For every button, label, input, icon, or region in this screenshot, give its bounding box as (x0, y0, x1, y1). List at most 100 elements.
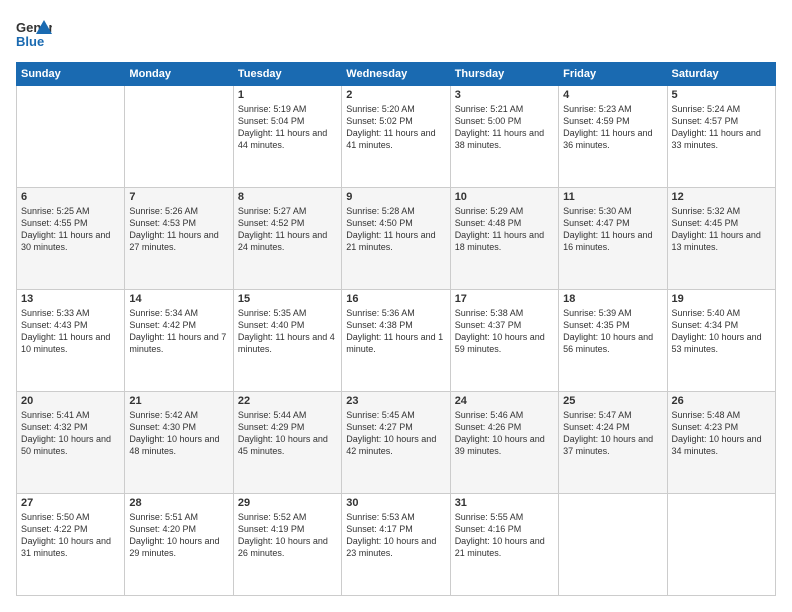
calendar-cell: 19 Sunrise: 5:40 AM Sunset: 4:34 PM Dayli… (667, 290, 775, 392)
logo: General Blue (16, 16, 52, 52)
day-info: Sunrise: 5:35 AM Sunset: 4:40 PM Dayligh… (238, 307, 337, 356)
day-info: Sunrise: 5:47 AM Sunset: 4:24 PM Dayligh… (563, 409, 662, 458)
day-info: Sunrise: 5:39 AM Sunset: 4:35 PM Dayligh… (563, 307, 662, 356)
day-info: Sunrise: 5:30 AM Sunset: 4:47 PM Dayligh… (563, 205, 662, 254)
calendar-cell: 5 Sunrise: 5:24 AM Sunset: 4:57 PM Daylig… (667, 86, 775, 188)
day-info: Sunrise: 5:46 AM Sunset: 4:26 PM Dayligh… (455, 409, 554, 458)
calendar-cell: 12 Sunrise: 5:32 AM Sunset: 4:45 PM Dayli… (667, 188, 775, 290)
calendar-cell: 15 Sunrise: 5:35 AM Sunset: 4:40 PM Dayli… (233, 290, 341, 392)
calendar-cell (17, 86, 125, 188)
day-number: 14 (129, 293, 228, 305)
calendar-cell: 8 Sunrise: 5:27 AM Sunset: 4:52 PM Daylig… (233, 188, 341, 290)
calendar-cell: 31 Sunrise: 5:55 AM Sunset: 4:16 PM Dayli… (450, 494, 558, 596)
day-number: 13 (21, 293, 120, 305)
day-number: 26 (672, 395, 771, 407)
calendar-week-4: 20 Sunrise: 5:41 AM Sunset: 4:32 PM Dayli… (17, 392, 776, 494)
calendar-cell (667, 494, 775, 596)
day-info: Sunrise: 5:23 AM Sunset: 4:59 PM Dayligh… (563, 103, 662, 152)
calendar-cell: 20 Sunrise: 5:41 AM Sunset: 4:32 PM Dayli… (17, 392, 125, 494)
day-number: 8 (238, 191, 337, 203)
day-number: 12 (672, 191, 771, 203)
day-info: Sunrise: 5:27 AM Sunset: 4:52 PM Dayligh… (238, 205, 337, 254)
day-number: 1 (238, 89, 337, 101)
day-info: Sunrise: 5:42 AM Sunset: 4:30 PM Dayligh… (129, 409, 228, 458)
calendar-week-1: 1 Sunrise: 5:19 AM Sunset: 5:04 PM Daylig… (17, 86, 776, 188)
day-info: Sunrise: 5:50 AM Sunset: 4:22 PM Dayligh… (21, 511, 120, 560)
day-number: 20 (21, 395, 120, 407)
day-info: Sunrise: 5:21 AM Sunset: 5:00 PM Dayligh… (455, 103, 554, 152)
calendar-cell (125, 86, 233, 188)
calendar-cell: 3 Sunrise: 5:21 AM Sunset: 5:00 PM Daylig… (450, 86, 558, 188)
day-info: Sunrise: 5:34 AM Sunset: 4:42 PM Dayligh… (129, 307, 228, 356)
day-number: 2 (346, 89, 445, 101)
day-number: 29 (238, 497, 337, 509)
calendar-cell: 17 Sunrise: 5:38 AM Sunset: 4:37 PM Dayli… (450, 290, 558, 392)
day-info: Sunrise: 5:48 AM Sunset: 4:23 PM Dayligh… (672, 409, 771, 458)
day-number: 24 (455, 395, 554, 407)
day-info: Sunrise: 5:20 AM Sunset: 5:02 PM Dayligh… (346, 103, 445, 152)
calendar-cell: 13 Sunrise: 5:33 AM Sunset: 4:43 PM Dayli… (17, 290, 125, 392)
day-info: Sunrise: 5:52 AM Sunset: 4:19 PM Dayligh… (238, 511, 337, 560)
calendar-cell: 18Sunrise: 5:39 AM Sunset: 4:35 PM Dayli… (559, 290, 667, 392)
svg-text:Blue: Blue (16, 34, 44, 49)
calendar-cell: 10 Sunrise: 5:29 AM Sunset: 4:48 PM Dayli… (450, 188, 558, 290)
calendar-cell: 2 Sunrise: 5:20 AM Sunset: 5:02 PM Daylig… (342, 86, 450, 188)
day-info: Sunrise: 5:55 AM Sunset: 4:16 PM Dayligh… (455, 511, 554, 560)
day-number: 16 (346, 293, 445, 305)
day-number: 5 (672, 89, 771, 101)
day-header-saturday: Saturday (667, 63, 775, 86)
calendar-cell: 29 Sunrise: 5:52 AM Sunset: 4:19 PM Dayli… (233, 494, 341, 596)
day-info: Sunrise: 5:32 AM Sunset: 4:45 PM Dayligh… (672, 205, 771, 254)
calendar-table: SundayMondayTuesdayWednesdayThursdayFrid… (16, 62, 776, 596)
day-header-thursday: Thursday (450, 63, 558, 86)
day-number: 17 (455, 293, 554, 305)
day-info: Sunrise: 5:36 AM Sunset: 4:38 PM Dayligh… (346, 307, 445, 356)
calendar-cell: 25 Sunrise: 5:47 AM Sunset: 4:24 PM Dayli… (559, 392, 667, 494)
calendar-header-row: SundayMondayTuesdayWednesdayThursdayFrid… (17, 63, 776, 86)
day-info: Sunrise: 5:29 AM Sunset: 4:48 PM Dayligh… (455, 205, 554, 254)
calendar-week-5: 27Sunrise: 5:50 AM Sunset: 4:22 PM Dayli… (17, 494, 776, 596)
logo-icon: General Blue (16, 16, 52, 52)
calendar-cell: 6Sunrise: 5:25 AM Sunset: 4:55 PM Daylig… (17, 188, 125, 290)
calendar-cell: 11Sunrise: 5:30 AM Sunset: 4:47 PM Dayli… (559, 188, 667, 290)
calendar-cell: 1 Sunrise: 5:19 AM Sunset: 5:04 PM Daylig… (233, 86, 341, 188)
day-info: Sunrise: 5:45 AM Sunset: 4:27 PM Dayligh… (346, 409, 445, 458)
day-number: 4 (563, 89, 662, 101)
calendar-cell: 24 Sunrise: 5:46 AM Sunset: 4:26 PM Dayli… (450, 392, 558, 494)
day-number: 21 (129, 395, 228, 407)
day-number: 25 (563, 395, 662, 407)
calendar-cell: 26 Sunrise: 5:48 AM Sunset: 4:23 PM Dayli… (667, 392, 775, 494)
day-info: Sunrise: 5:38 AM Sunset: 4:37 PM Dayligh… (455, 307, 554, 356)
day-number: 22 (238, 395, 337, 407)
day-number: 31 (455, 497, 554, 509)
day-info: Sunrise: 5:41 AM Sunset: 4:32 PM Dayligh… (21, 409, 120, 458)
calendar-cell: 16 Sunrise: 5:36 AM Sunset: 4:38 PM Dayli… (342, 290, 450, 392)
day-info: Sunrise: 5:26 AM Sunset: 4:53 PM Dayligh… (129, 205, 228, 254)
day-number: 15 (238, 293, 337, 305)
day-number: 9 (346, 191, 445, 203)
day-number: 23 (346, 395, 445, 407)
calendar-cell: 28Sunrise: 5:51 AM Sunset: 4:20 PM Dayli… (125, 494, 233, 596)
day-info: Sunrise: 5:33 AM Sunset: 4:43 PM Dayligh… (21, 307, 120, 356)
day-number: 3 (455, 89, 554, 101)
day-number: 19 (672, 293, 771, 305)
header: General Blue (16, 16, 776, 52)
day-info: Sunrise: 5:51 AM Sunset: 4:20 PM Dayligh… (129, 511, 228, 560)
day-info: Sunrise: 5:40 AM Sunset: 4:34 PM Dayligh… (672, 307, 771, 356)
calendar-cell: 22Sunrise: 5:44 AM Sunset: 4:29 PM Dayli… (233, 392, 341, 494)
calendar-cell: 27Sunrise: 5:50 AM Sunset: 4:22 PM Dayli… (17, 494, 125, 596)
day-number: 30 (346, 497, 445, 509)
day-header-wednesday: Wednesday (342, 63, 450, 86)
calendar-week-2: 6Sunrise: 5:25 AM Sunset: 4:55 PM Daylig… (17, 188, 776, 290)
day-header-sunday: Sunday (17, 63, 125, 86)
calendar-cell: 23 Sunrise: 5:45 AM Sunset: 4:27 PM Dayli… (342, 392, 450, 494)
day-header-monday: Monday (125, 63, 233, 86)
calendar-cell: 30Sunrise: 5:53 AM Sunset: 4:17 PM Dayli… (342, 494, 450, 596)
calendar-cell: 14 Sunrise: 5:34 AM Sunset: 4:42 PM Dayli… (125, 290, 233, 392)
day-number: 10 (455, 191, 554, 203)
day-info: Sunrise: 5:25 AM Sunset: 4:55 PM Dayligh… (21, 205, 120, 254)
page: General Blue SundayMondayTuesdayWednesda… (0, 0, 792, 612)
calendar-cell: 9Sunrise: 5:28 AM Sunset: 4:50 PM Daylig… (342, 188, 450, 290)
day-info: Sunrise: 5:24 AM Sunset: 4:57 PM Dayligh… (672, 103, 771, 152)
day-info: Sunrise: 5:19 AM Sunset: 5:04 PM Dayligh… (238, 103, 337, 152)
